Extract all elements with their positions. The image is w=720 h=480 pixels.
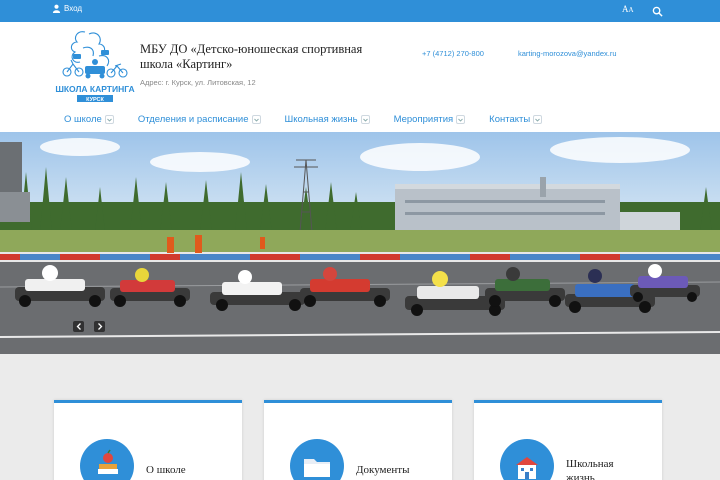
nav-label: Контакты	[489, 114, 531, 125]
slider-next-button[interactable]	[94, 321, 105, 332]
site-header: ШКОЛА КАРТИНГА КУРСК МБУ ДО «Детско-юнош…	[0, 22, 720, 132]
chevron-down-icon	[251, 115, 261, 124]
font-size-toggle[interactable]: AA	[622, 4, 634, 14]
main-nav: О школе Отделения и расписание Школьная …	[64, 114, 566, 125]
school-logo[interactable]: ШКОЛА КАРТИНГА КУРСК	[55, 28, 135, 106]
nav-item-about[interactable]: О школе	[64, 114, 114, 125]
search-button[interactable]	[652, 4, 663, 22]
nav-item-school-life[interactable]: Школьная жизнь	[285, 114, 370, 125]
chevron-down-icon	[533, 115, 543, 124]
chevron-right-icon	[97, 323, 102, 330]
card-about[interactable]: О школе	[54, 400, 242, 480]
card-documents[interactable]: Документы	[264, 400, 452, 480]
nav-label: Отделения и расписание	[137, 114, 249, 125]
nav-item-contacts[interactable]: Контакты	[489, 114, 543, 125]
logo-text-bottom: КУРСК	[86, 97, 104, 103]
user-icon	[52, 4, 61, 13]
chevron-left-icon	[76, 323, 81, 330]
folder-icon	[290, 439, 344, 480]
hero-slider	[0, 132, 720, 354]
school-building-icon	[500, 439, 554, 480]
top-bar: Вход AA	[0, 0, 720, 22]
nav-label: О школе	[64, 114, 102, 125]
nav-label: Мероприятия	[393, 114, 454, 125]
apple-books-icon	[80, 439, 134, 480]
phone-link[interactable]: +7 (4712) 270-800	[422, 49, 484, 58]
card-school-life[interactable]: Школьная жизнь	[474, 400, 662, 480]
hero-karting-photo	[0, 132, 720, 354]
font-size-small-a: A	[628, 6, 634, 14]
logo-text-top: ШКОЛА КАРТИНГА	[55, 84, 134, 94]
chevron-down-icon	[104, 115, 114, 124]
nav-item-events[interactable]: Мероприятия	[394, 114, 466, 125]
card-title: Документы	[356, 464, 410, 476]
nav-label: Школьная жизнь	[284, 114, 358, 125]
slider-prev-button[interactable]	[73, 321, 84, 332]
email-link[interactable]: karting-morozova@yandex.ru	[518, 49, 617, 58]
search-icon	[652, 6, 663, 17]
chevron-down-icon	[456, 115, 466, 124]
school-name: МБУ ДО «Детско-юношеская спортивная школ…	[140, 42, 363, 71]
card-title: О школе	[146, 464, 186, 476]
chevron-down-icon	[360, 115, 370, 124]
nav-item-departments[interactable]: Отделения и расписание	[138, 114, 261, 125]
school-address: Адрес: г. Курск, ул. Литовская, 12	[140, 78, 256, 87]
card-title: Школьная жизнь	[566, 458, 614, 480]
login-label: Вход	[64, 4, 83, 13]
login-link[interactable]: Вход	[52, 4, 82, 13]
